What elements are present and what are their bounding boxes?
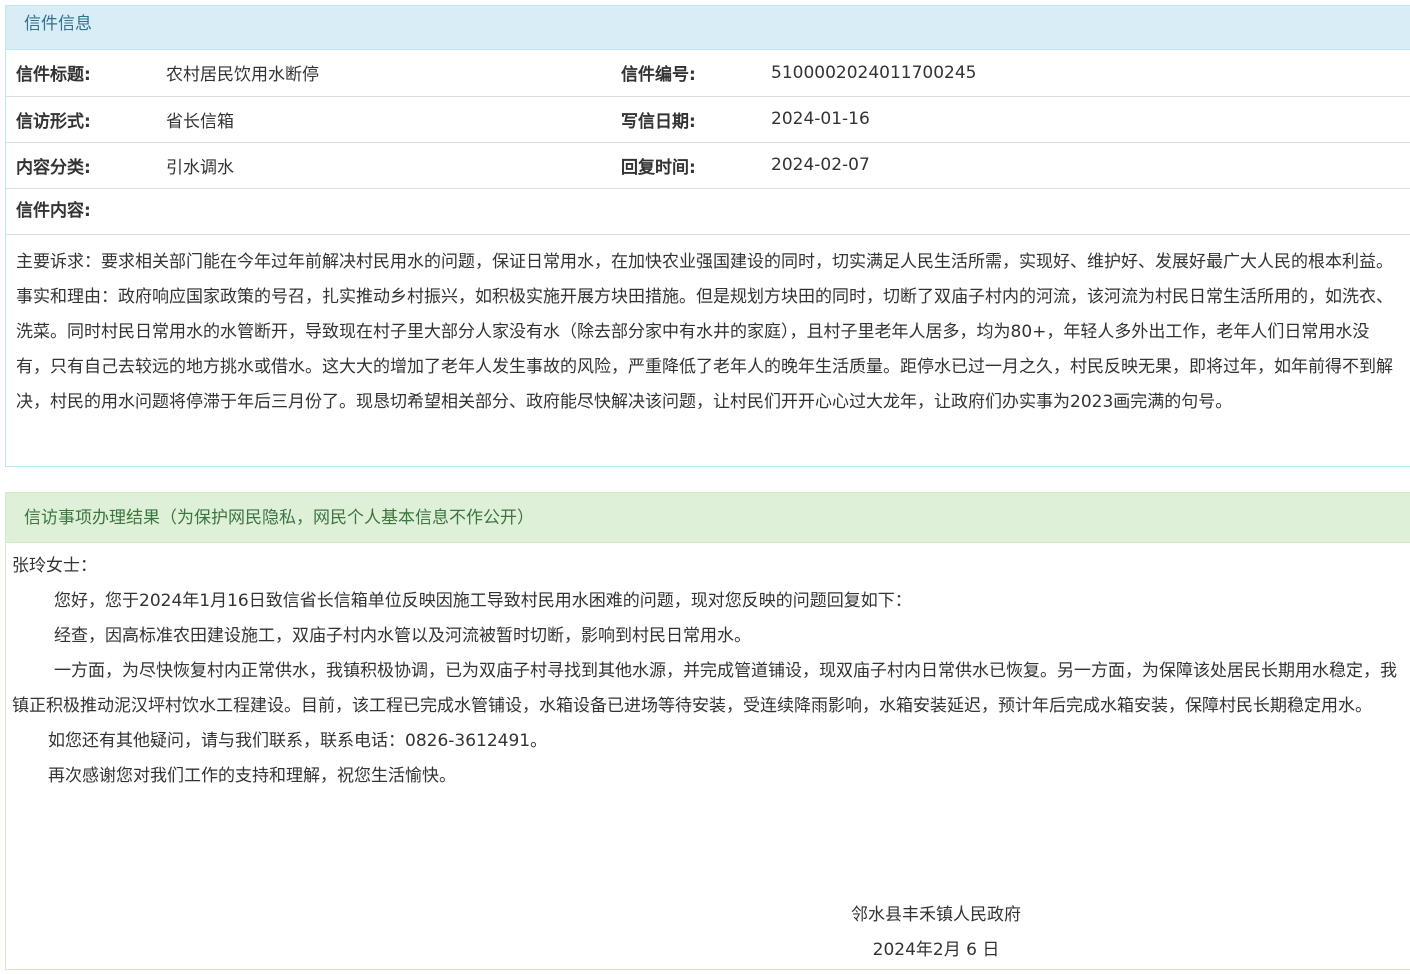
reply-paragraph: 如您还有其他疑问，请与我们联系，联系电话：0826-3612491。 xyxy=(48,731,548,751)
reply-paragraph: 经查，因高标准农田建设施工，双庙子村内水管以及河流被暂时切断，影响到村民日常用水… xyxy=(54,626,751,646)
content-label: 信件内容: xyxy=(6,189,1410,235)
date-value: 2024-01-16 xyxy=(761,96,1410,143)
result-panel: 信访事项办理结果（为保护网民隐私，网民个人基本信息不作公开） 张玲女士： 您好，… xyxy=(5,492,1410,970)
letter-content: 主要诉求：要求相关部门能在今年过年前解决村民用水的问题，保证日常用水，在加快农业… xyxy=(6,235,1410,420)
table-row: 内容分类: 引水调水 回复时间: 2024-02-07 xyxy=(6,142,1410,189)
date-label: 写信日期: xyxy=(611,96,761,143)
reply-paragraph: 再次感谢您对我们工作的支持和理解，祝您生活愉快。 xyxy=(48,766,456,786)
letter-info-panel: 信件信息 信件标题: 农村居民饮用水断停 信件编号: 5100002024011… xyxy=(5,5,1410,467)
letter-info-heading: 信件信息 xyxy=(6,6,1410,50)
reply-time-value: 2024-02-07 xyxy=(761,142,1410,189)
signature-org: 邻水县丰禾镇人民政府 xyxy=(851,905,1021,925)
reply-body: 张玲女士： 您好，您于2024年1月16日致信省长信箱单位反映因施工导致村民用水… xyxy=(6,543,1410,794)
category-value: 引水调水 xyxy=(156,142,611,189)
result-heading: 信访事项办理结果（为保护网民隐私，网民个人基本信息不作公开） xyxy=(6,493,1410,543)
reply-paragraph: 您好，您于2024年1月16日致信省长信箱单位反映因施工导致村民用水困难的问题，… xyxy=(54,591,912,611)
content-reason: 事实和理由：政府响应国家政策的号召，扎实推动乡村振兴，如积极实施开展方块田措施。… xyxy=(16,286,1393,412)
category-label: 内容分类: xyxy=(6,142,156,189)
number-label: 信件编号: xyxy=(611,50,761,97)
reply-salutation: 张玲女士： xyxy=(12,556,97,576)
content-demand: 主要诉求：要求相关部门能在今年过年前解决村民用水的问题，保证日常用水，在加快农业… xyxy=(16,251,1393,272)
number-value: 5100002024011700245 xyxy=(761,50,1410,97)
form-label: 信访形式: xyxy=(6,96,156,143)
form-value: 省长信箱 xyxy=(156,96,611,143)
title-label: 信件标题: xyxy=(6,50,156,97)
table-row: 信访形式: 省长信箱 写信日期: 2024-01-16 xyxy=(6,96,1410,143)
signature-date: 2024年2月 6 日 xyxy=(872,940,1000,960)
letter-info-table: 信件标题: 农村居民饮用水断停 信件编号: 510000202401170024… xyxy=(6,50,1410,189)
title-value: 农村居民饮用水断停 xyxy=(156,50,611,97)
reply-time-label: 回复时间: xyxy=(611,142,761,189)
table-row: 信件标题: 农村居民饮用水断停 信件编号: 510000202401170024… xyxy=(6,50,1410,97)
reply-paragraph: 一方面，为尽快恢复村内正常供水，我镇积极协调，已为双庙子村寻找到其他水源，并完成… xyxy=(12,661,1397,716)
